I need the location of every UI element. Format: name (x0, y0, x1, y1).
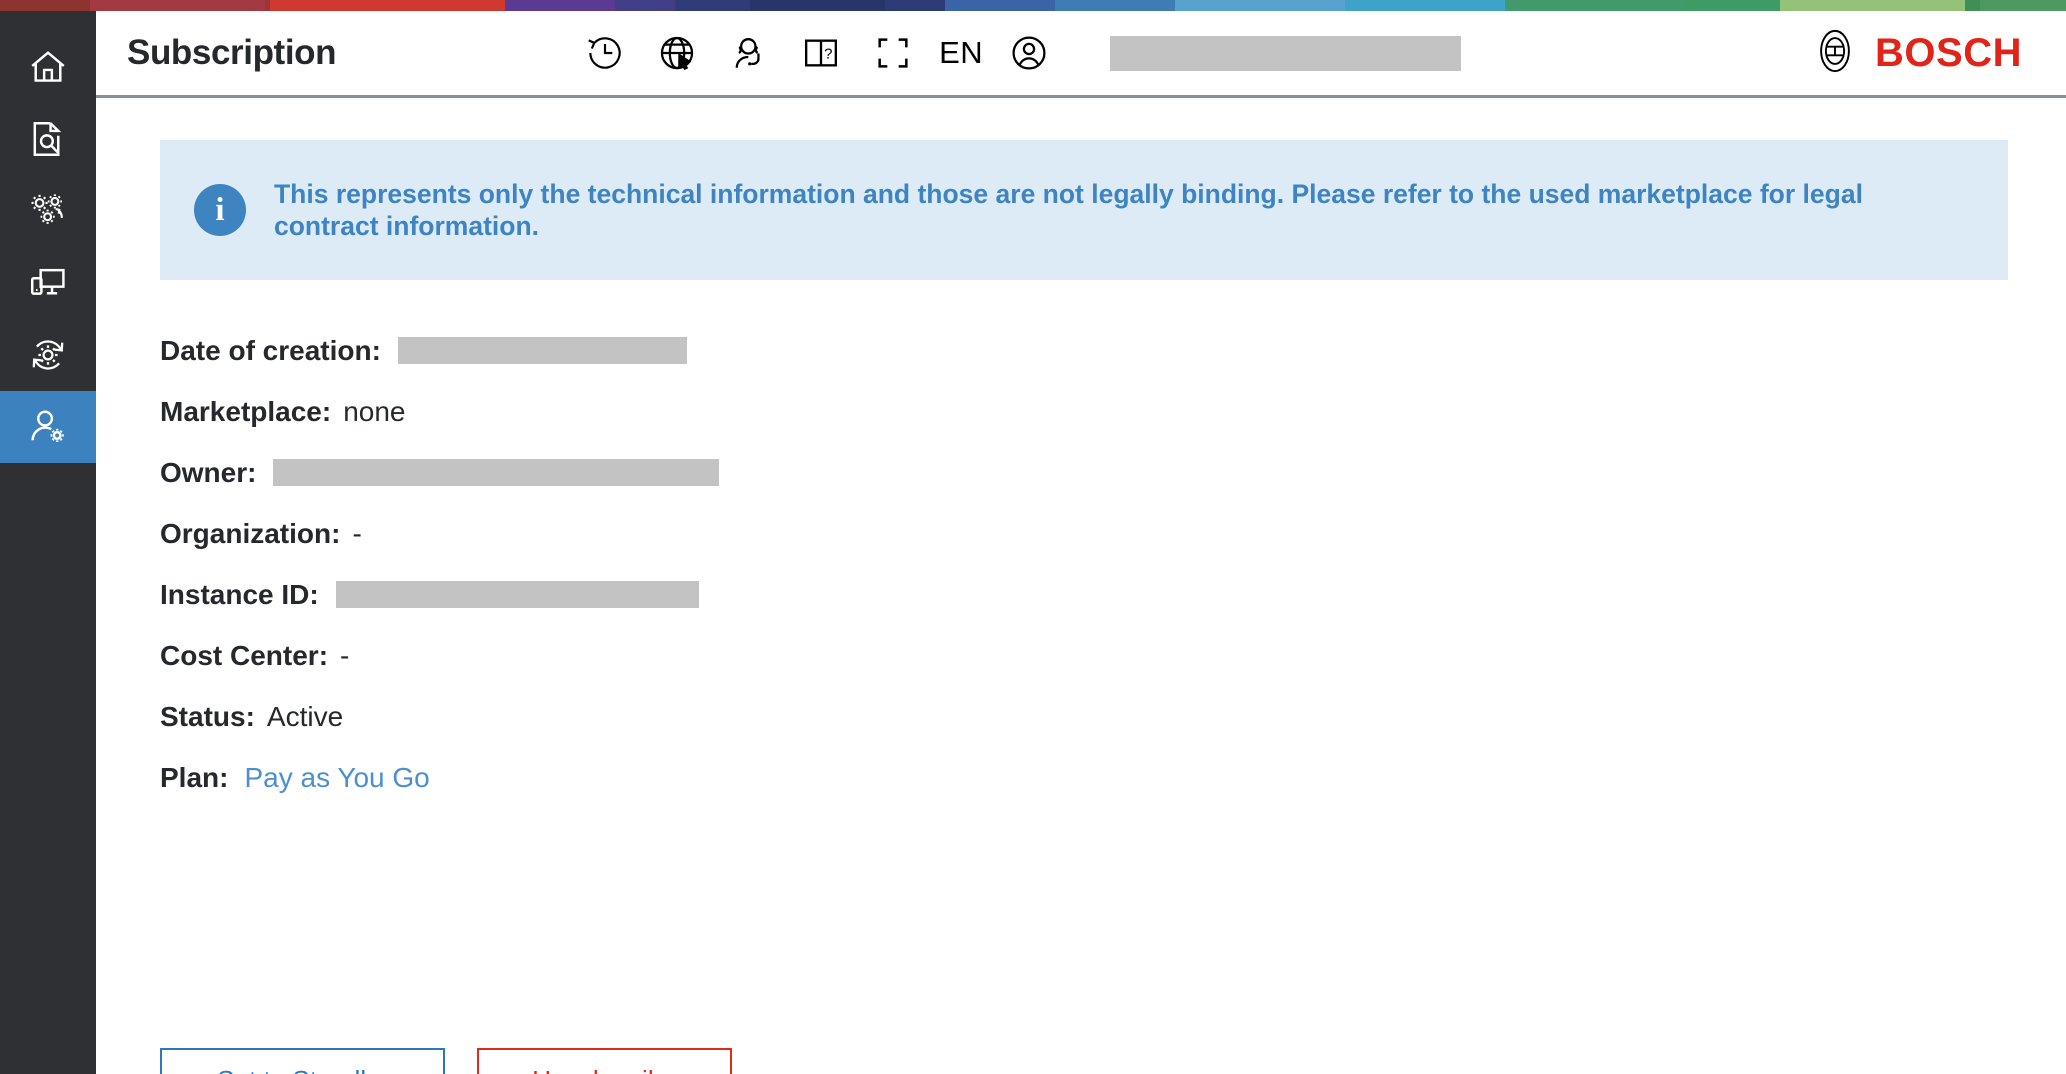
sidebar-item-home[interactable] (0, 31, 96, 103)
detail-label: Owner: (160, 456, 257, 488)
color-bar-segment (675, 0, 750, 11)
svg-text:?: ? (824, 46, 832, 63)
gear-refresh-icon (25, 332, 71, 378)
detail-label: Status: (160, 700, 255, 732)
color-bar-segment (1505, 0, 1685, 11)
info-banner: i This represents only the technical inf… (160, 140, 2008, 280)
detail-value: - (352, 517, 362, 549)
detail-row: Instance ID: (160, 564, 1960, 625)
devices-icon (26, 261, 70, 305)
detail-label: Cost Center: (160, 639, 329, 671)
color-bar-segment (1980, 0, 2066, 11)
bosch-logo-icon (1812, 28, 1858, 79)
color-bar-segment (90, 0, 265, 11)
action-buttons: Set to Standby Unsubscribe (160, 1048, 732, 1074)
color-bar-segment (1780, 0, 1965, 11)
color-bar-segment (1345, 0, 1505, 11)
header-icon-group: ? EN (569, 23, 1065, 83)
user-settings-icon (26, 405, 70, 449)
page-title: Subscription (127, 33, 337, 72)
color-bar-segment (1685, 0, 1780, 11)
detail-value: - (340, 639, 350, 671)
color-bar-segment (615, 0, 675, 11)
sidebar-item-services[interactable] (0, 175, 96, 247)
detail-value-link[interactable]: Pay as You Go (244, 762, 429, 794)
color-bar-segment (750, 0, 885, 11)
detail-value: none (343, 395, 406, 427)
app-header: Subscription ? EN BOSCH (96, 11, 2066, 98)
set-to-standby-button[interactable]: Set to Standby (160, 1048, 445, 1074)
subscription-details: Date of creation: Marketplace: none Owner: O… (160, 320, 1960, 808)
detail-value-redacted (397, 337, 687, 364)
language-selector[interactable]: EN (929, 35, 993, 71)
color-bar-segment (1175, 0, 1345, 11)
unsubscribe-button[interactable]: Unsubscribe (477, 1048, 732, 1074)
app-root: Subscription ? EN BOSCH i This represent… (0, 0, 2066, 1074)
detail-row: Cost Center: - (160, 625, 1960, 686)
user-circle-icon[interactable] (993, 23, 1065, 83)
color-bar-segment (0, 0, 90, 11)
bosch-brand: BOSCH (1812, 28, 2022, 79)
history-icon[interactable] (569, 23, 641, 83)
color-bar-segment (1965, 0, 1980, 11)
main-sidebar (0, 11, 96, 1074)
sidebar-item-operations[interactable] (0, 319, 96, 391)
detail-value: Active (266, 700, 344, 732)
detail-label: Marketplace: (160, 395, 332, 427)
color-bar-segment (1055, 0, 1175, 11)
sidebar-item-subscription[interactable] (0, 391, 96, 463)
color-bar-segment (885, 0, 945, 11)
detail-value-redacted (335, 581, 699, 608)
header-user-placeholder (1110, 35, 1462, 71)
detail-label: Plan: (160, 761, 229, 793)
detail-row: Status: Active (160, 686, 1960, 747)
info-banner-text: This represents only the technical infor… (274, 178, 1863, 241)
sidebar-item-documents[interactable] (0, 103, 96, 175)
detail-label: Instance ID: (160, 578, 319, 610)
main-content: i This represents only the technical inf… (96, 101, 2066, 1074)
color-bar-segment (505, 0, 615, 11)
brand-color-bar (0, 0, 2066, 11)
info-icon: i (194, 184, 246, 236)
support-headset-icon[interactable] (713, 23, 785, 83)
color-bar-segment (270, 0, 505, 11)
globe-cursor-icon[interactable] (641, 23, 713, 83)
detail-row: Date of creation: (160, 320, 1960, 381)
bosch-wordmark: BOSCH (1875, 30, 2022, 75)
detail-label: Date of creation: (160, 334, 381, 366)
detail-row: Marketplace: none (160, 381, 1960, 442)
document-search-icon (26, 117, 70, 161)
detail-row: Organization: - (160, 503, 1960, 564)
sidebar-item-devices[interactable] (0, 247, 96, 319)
detail-row: Owner: (160, 442, 1960, 503)
detail-value-redacted (273, 459, 720, 486)
gears-icon (25, 188, 71, 234)
color-bar-segment (945, 0, 1055, 11)
fullscreen-icon[interactable] (857, 23, 929, 83)
detail-row: Plan: Pay as You Go (160, 747, 1960, 808)
home-icon (26, 45, 70, 89)
detail-label: Organization: (160, 517, 341, 549)
manual-book-icon[interactable]: ? (785, 23, 857, 83)
